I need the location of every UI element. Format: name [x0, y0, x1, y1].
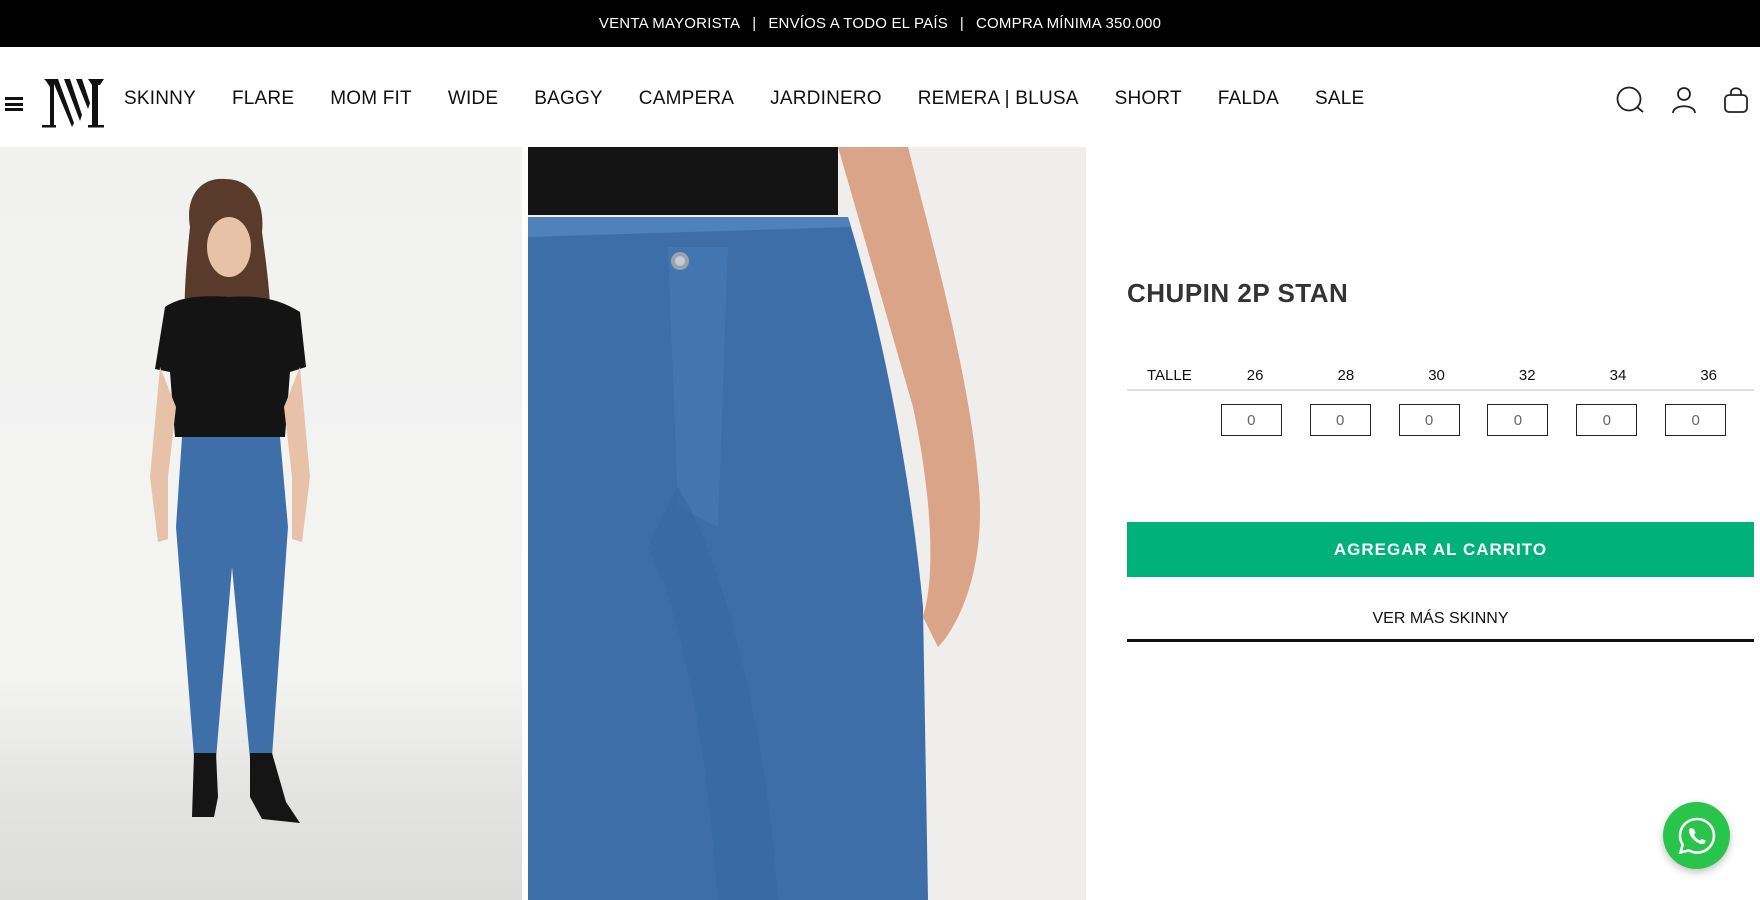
site-header: SKINNY FLARE MOM FIT WIDE BAGGY CAMPERA …: [0, 47, 1760, 147]
nav-item-skinny[interactable]: SKINNY: [124, 85, 196, 113]
nav-item-wide[interactable]: WIDE: [448, 85, 498, 113]
quantity-row: [1127, 391, 1754, 449]
product-photo-detail[interactable]: [528, 147, 1086, 900]
quantity-input-32[interactable]: [1487, 404, 1549, 436]
size-selector: TALLE 26 28 30 32 34 36: [1127, 361, 1754, 449]
quantity-input-34[interactable]: [1576, 404, 1638, 436]
size-header-row: TALLE 26 28 30 32 34 36: [1127, 361, 1754, 391]
size-option: 32: [1518, 366, 1536, 384]
announcement-separator: |: [752, 15, 757, 32]
menu-icon[interactable]: [5, 97, 23, 111]
size-option: 28: [1337, 366, 1355, 384]
announcement-item: ENVÍOS A TODO EL PAÍS: [768, 15, 948, 32]
product-panel: CHUPIN 2P STAN TALLE 26 28 30 32 34 36 A…: [1127, 147, 1754, 900]
size-option: 36: [1700, 366, 1717, 384]
product-title: CHUPIN 2P STAN: [1127, 278, 1349, 308]
product-photo-full-body[interactable]: [0, 147, 522, 900]
nav-item-mom-fit[interactable]: MOM FIT: [330, 85, 412, 113]
see-more-skinny-link[interactable]: VER MÁS SKINNY: [1127, 598, 1754, 642]
nav-item-falda[interactable]: FALDA: [1218, 85, 1279, 113]
announcement-item: COMPRA MÍNIMA 350.000: [976, 15, 1162, 32]
mv-monogram-logo[interactable]: [42, 77, 106, 129]
nav-item-remera-blusa[interactable]: REMERA | BLUSA: [918, 85, 1079, 113]
user-icon[interactable]: [1669, 85, 1699, 115]
search-icon[interactable]: [1616, 85, 1646, 115]
quantity-input-30[interactable]: [1398, 404, 1460, 436]
main-nav: SKINNY FLARE MOM FIT WIDE BAGGY CAMPERA …: [124, 85, 1400, 113]
quantity-input-36[interactable]: [1665, 404, 1727, 436]
add-to-cart-button[interactable]: AGREGAR AL CARRITO: [1127, 522, 1754, 577]
bag-icon[interactable]: [1721, 85, 1751, 115]
whatsapp-icon[interactable]: [1663, 802, 1730, 869]
nav-item-short[interactable]: SHORT: [1115, 85, 1182, 113]
nav-item-sale[interactable]: SALE: [1315, 85, 1364, 113]
size-option: 30: [1428, 366, 1445, 384]
quantity-input-28[interactable]: [1309, 404, 1371, 436]
announcement-item: VENTA MAYORISTA: [598, 15, 741, 32]
nav-item-flare[interactable]: FLARE: [232, 85, 294, 113]
announcement-bar: VENTA MAYORISTA | ENVÍOS A TODO EL PAÍS …: [0, 0, 1760, 47]
nav-item-jardinero[interactable]: JARDINERO: [770, 85, 882, 113]
announcement-separator: |: [959, 15, 965, 32]
nav-item-campera[interactable]: CAMPERA: [639, 85, 734, 113]
quantity-input-26[interactable]: [1220, 404, 1282, 436]
size-option: 34: [1609, 366, 1627, 384]
nav-item-baggy[interactable]: BAGGY: [534, 85, 603, 113]
size-label: TALLE: [1147, 366, 1192, 384]
size-option: 26: [1246, 366, 1264, 384]
